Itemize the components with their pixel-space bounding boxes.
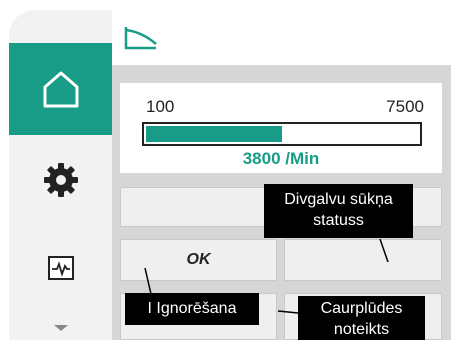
dual-pump-status-tooltip: Divgalvu sūkņa statuss	[264, 184, 413, 238]
tooltip-pointers	[144, 238, 389, 314]
flow-detected-tooltip-line2: noteikts	[333, 321, 390, 338]
flow-detected-tooltip: Caurplūdes noteikts	[298, 296, 425, 340]
pump-display: 100 7500 3800 /Min OK Divgalvu sūkņa sta…	[0, 0, 451, 340]
flow-detected-tooltip-line1: Caurplūdes	[320, 300, 403, 317]
ignore-tooltip: I Ignorēšana	[125, 293, 259, 325]
ignore-tooltip-label: I Ignorēšana	[147, 300, 237, 317]
dual-pump-status-tooltip-line2: statuss	[313, 212, 364, 229]
dual-pump-status-tooltip-line1: Divgalvu sūkņa	[284, 191, 393, 208]
